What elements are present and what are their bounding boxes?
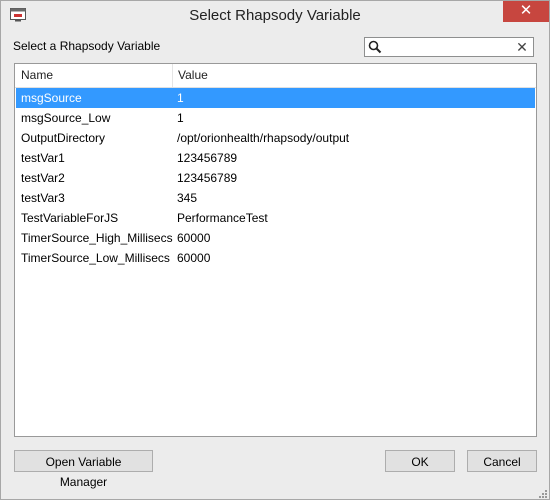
list-row[interactable]: TimerSource_High_Millisecs 60000 xyxy=(16,228,535,248)
row-value: /opt/orionhealth/rhapsody/output xyxy=(177,131,350,145)
dialog-title: Select Rhapsody Variable xyxy=(189,7,361,24)
row-name: testVar2 xyxy=(21,171,65,185)
list-row[interactable]: testVar2 123456789 xyxy=(16,168,535,188)
column-header-value[interactable]: Value xyxy=(178,64,208,87)
select-variable-label: Select a Rhapsody Variable xyxy=(13,39,161,53)
row-name: msgSource_Low xyxy=(21,111,111,125)
row-value: 60000 xyxy=(177,251,211,265)
cancel-button[interactable]: Cancel xyxy=(467,450,537,472)
row-name: TimerSource_Low_Millisecs xyxy=(21,251,170,265)
row-value: 123456789 xyxy=(177,151,238,165)
search-input[interactable] xyxy=(385,39,513,55)
open-variable-manager-button[interactable]: Open Variable Manager xyxy=(14,450,153,489)
list-row[interactable]: testVar1 123456789 xyxy=(16,148,535,168)
column-separator[interactable] xyxy=(172,64,173,87)
row-name: TestVariableForJS xyxy=(21,211,119,225)
close-icon: ✕ xyxy=(519,2,533,19)
row-name: TimerSource_High_Millisecs xyxy=(21,231,173,245)
row-name: msgSource xyxy=(21,91,82,105)
list-row[interactable]: OutputDirectory /opt/orionhealth/rhapsod… xyxy=(16,128,535,148)
list-header: Name Value xyxy=(15,64,536,88)
row-name: testVar3 xyxy=(21,191,65,205)
ok-button[interactable]: OK xyxy=(385,450,455,472)
resize-grip-icon[interactable] xyxy=(537,487,547,498)
search-icon xyxy=(368,40,382,54)
dialog-window: Select Rhapsody Variable ✕ Select a Rhap… xyxy=(0,0,550,500)
column-header-name[interactable]: Name xyxy=(21,64,53,87)
row-value: 1 xyxy=(177,91,184,105)
variable-list[interactable]: Name Value msgSource 1 msgSource_Low 1 O… xyxy=(14,63,537,437)
clear-search-icon[interactable]: ✕ xyxy=(515,38,529,56)
row-value: 60000 xyxy=(177,231,211,245)
row-value: 123456789 xyxy=(177,171,238,185)
row-name: OutputDirectory xyxy=(21,131,106,145)
close-button[interactable]: ✕ xyxy=(503,1,549,22)
list-row[interactable]: msgSource_Low 1 xyxy=(16,108,535,128)
row-value: 345 xyxy=(177,191,198,205)
search-box[interactable]: ✕ xyxy=(364,37,534,57)
row-value: 1 xyxy=(177,111,184,125)
list-row[interactable]: TimerSource_Low_Millisecs 60000 xyxy=(16,248,535,268)
list-row-selected[interactable]: msgSource 1 xyxy=(16,88,535,108)
list-row[interactable]: testVar3 345 xyxy=(16,188,535,208)
row-name: testVar1 xyxy=(21,151,65,165)
list-row[interactable]: TestVariableForJS PerformanceTest xyxy=(16,208,535,228)
row-value: PerformanceTest xyxy=(177,211,268,225)
title-bar[interactable]: Select Rhapsody Variable ✕ xyxy=(1,1,549,31)
